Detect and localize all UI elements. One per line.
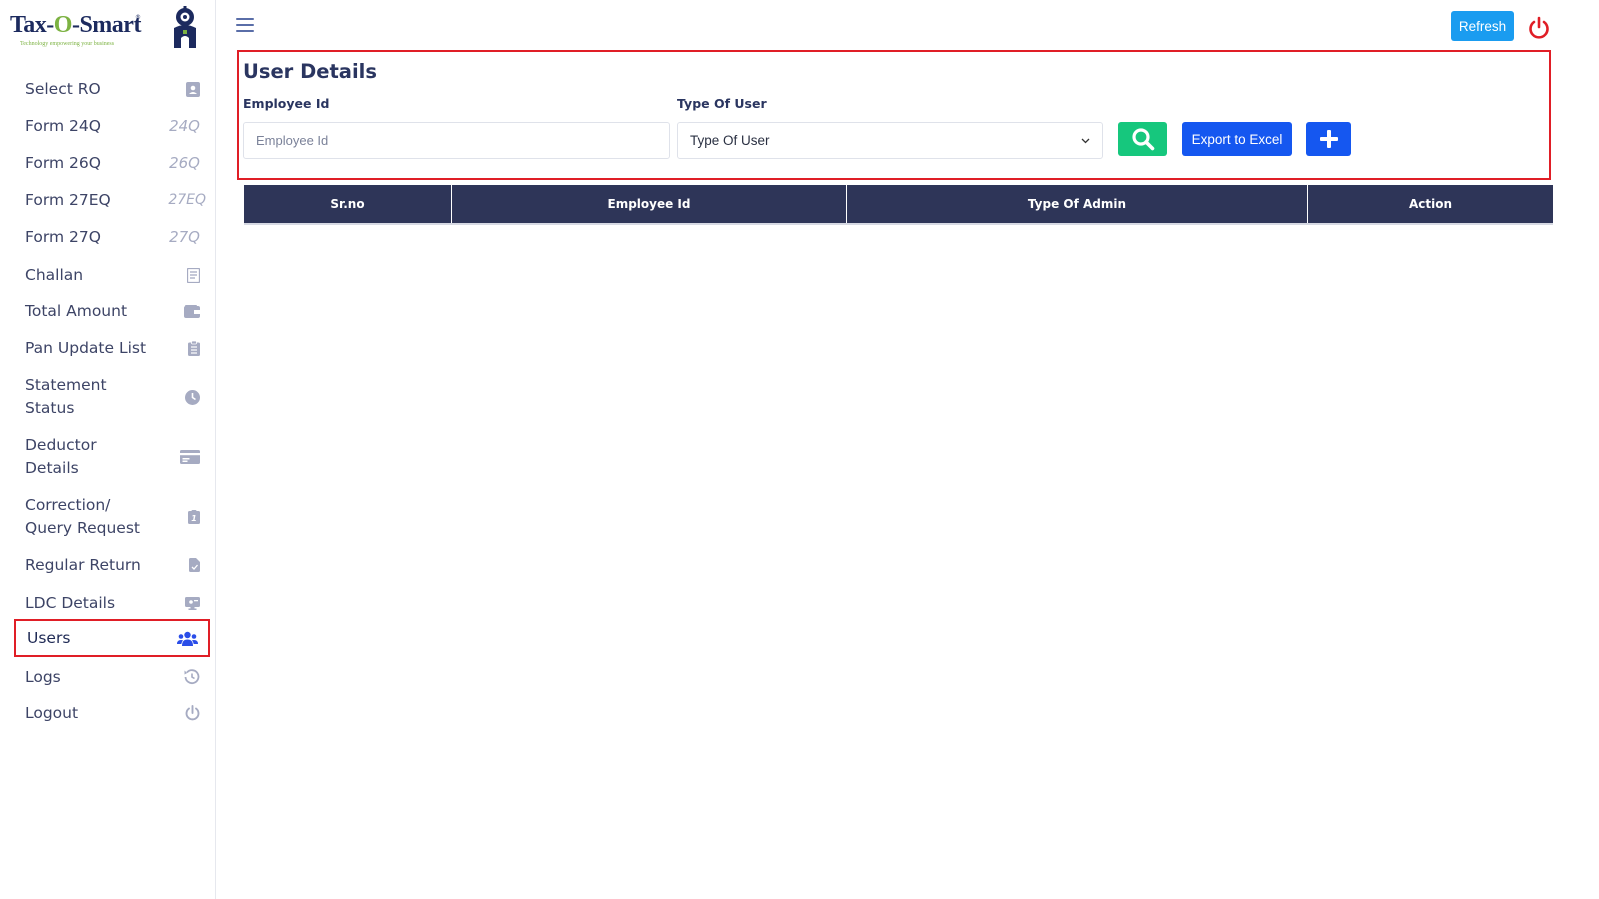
file-icon — [166, 558, 200, 572]
svg-text:1: 1 — [191, 514, 197, 523]
page-title: User Details — [243, 60, 377, 83]
sidebar-item-total-amount[interactable]: Total Amount — [14, 299, 210, 323]
search-button[interactable] — [1118, 122, 1167, 156]
history-icon — [166, 669, 200, 685]
column-header-employee-id[interactable]: Employee Id — [452, 185, 847, 223]
monitor-icon — [166, 596, 200, 610]
filter-panel-highlight — [237, 50, 1551, 180]
plus-icon — [1319, 130, 1338, 148]
app-logo[interactable]: Tax-O-Smart ® Technology empowering your… — [8, 4, 208, 50]
id-card-icon — [166, 450, 200, 464]
clipboard-list-icon — [166, 340, 200, 356]
hamburger-menu-icon[interactable] — [236, 18, 254, 34]
chevron-down-icon — [1081, 138, 1090, 143]
sidebar-item-deductor-details[interactable]: Deductor Details — [14, 433, 210, 481]
search-icon — [1131, 128, 1154, 151]
power-icon[interactable] — [1528, 16, 1550, 40]
sidebar-item-logs[interactable]: Logs — [14, 665, 210, 689]
query-icon: 1 — [166, 510, 200, 524]
employee-id-input[interactable] — [243, 122, 670, 159]
receipt-icon — [166, 267, 200, 283]
form-27q-badge: 27Q — [169, 228, 200, 246]
logo-wordmark: Tax-O-Smart — [10, 12, 141, 38]
sidebar-item-users[interactable]: Users — [14, 619, 210, 657]
sidebar-item-form-24q[interactable]: Form 24Q 24Q — [14, 114, 210, 138]
contact-card-icon — [166, 81, 200, 97]
sidebar-item-logout[interactable]: Logout — [14, 701, 210, 725]
sidebar-item-ldc-details[interactable]: LDC Details — [14, 591, 210, 615]
refresh-button[interactable]: Refresh — [1451, 11, 1514, 41]
employee-id-label: Employee Id — [243, 96, 330, 111]
type-of-user-label: Type Of User — [677, 96, 767, 111]
power-icon — [166, 705, 200, 721]
sidebar-item-form-26q[interactable]: Form 26Q 26Q — [14, 151, 210, 175]
type-of-user-selected-value: Type Of User — [690, 133, 770, 148]
type-of-user-select[interactable]: Type Of User — [677, 122, 1103, 159]
sidebar-item-pan-update-list[interactable]: Pan Update List — [14, 336, 210, 360]
form-27eq-badge: 27EQ — [168, 192, 206, 208]
sidebar-item-regular-return[interactable]: Regular Return — [14, 553, 210, 577]
sidebar-item-correction-query-request[interactable]: Correction/Query Request 1 — [14, 493, 210, 541]
mascot-icon — [174, 6, 196, 48]
sidebar-item-form-27eq[interactable]: Form 27EQ 27EQ — [14, 188, 210, 212]
sidebar-item-select-ro[interactable]: Select RO — [14, 77, 210, 101]
add-user-button[interactable] — [1306, 122, 1351, 156]
column-header-sr-no[interactable]: Sr.no — [244, 185, 452, 223]
form-24q-badge: 24Q — [169, 117, 200, 135]
logo-tagline: Technology empowering your business — [20, 41, 115, 47]
logo-registered-mark: ® — [135, 14, 141, 21]
sidebar: Tax-O-Smart ® Technology empowering your… — [0, 0, 216, 899]
users-table-header: Sr.no Employee Id Type Of Admin Action — [244, 185, 1553, 225]
column-header-type-of-admin[interactable]: Type Of Admin — [847, 185, 1308, 223]
users-icon — [164, 631, 198, 646]
sidebar-item-form-27q[interactable]: Form 27Q 27Q — [14, 225, 210, 249]
sidebar-item-statement-status[interactable]: Statement Status — [14, 373, 210, 421]
form-26q-badge: 26Q — [169, 154, 200, 172]
clock-icon — [166, 389, 200, 405]
export-to-excel-button[interactable]: Export to Excel — [1182, 122, 1292, 156]
wallet-icon — [166, 304, 200, 318]
column-header-action[interactable]: Action — [1308, 185, 1553, 223]
sidebar-item-challan[interactable]: Challan — [14, 263, 210, 287]
